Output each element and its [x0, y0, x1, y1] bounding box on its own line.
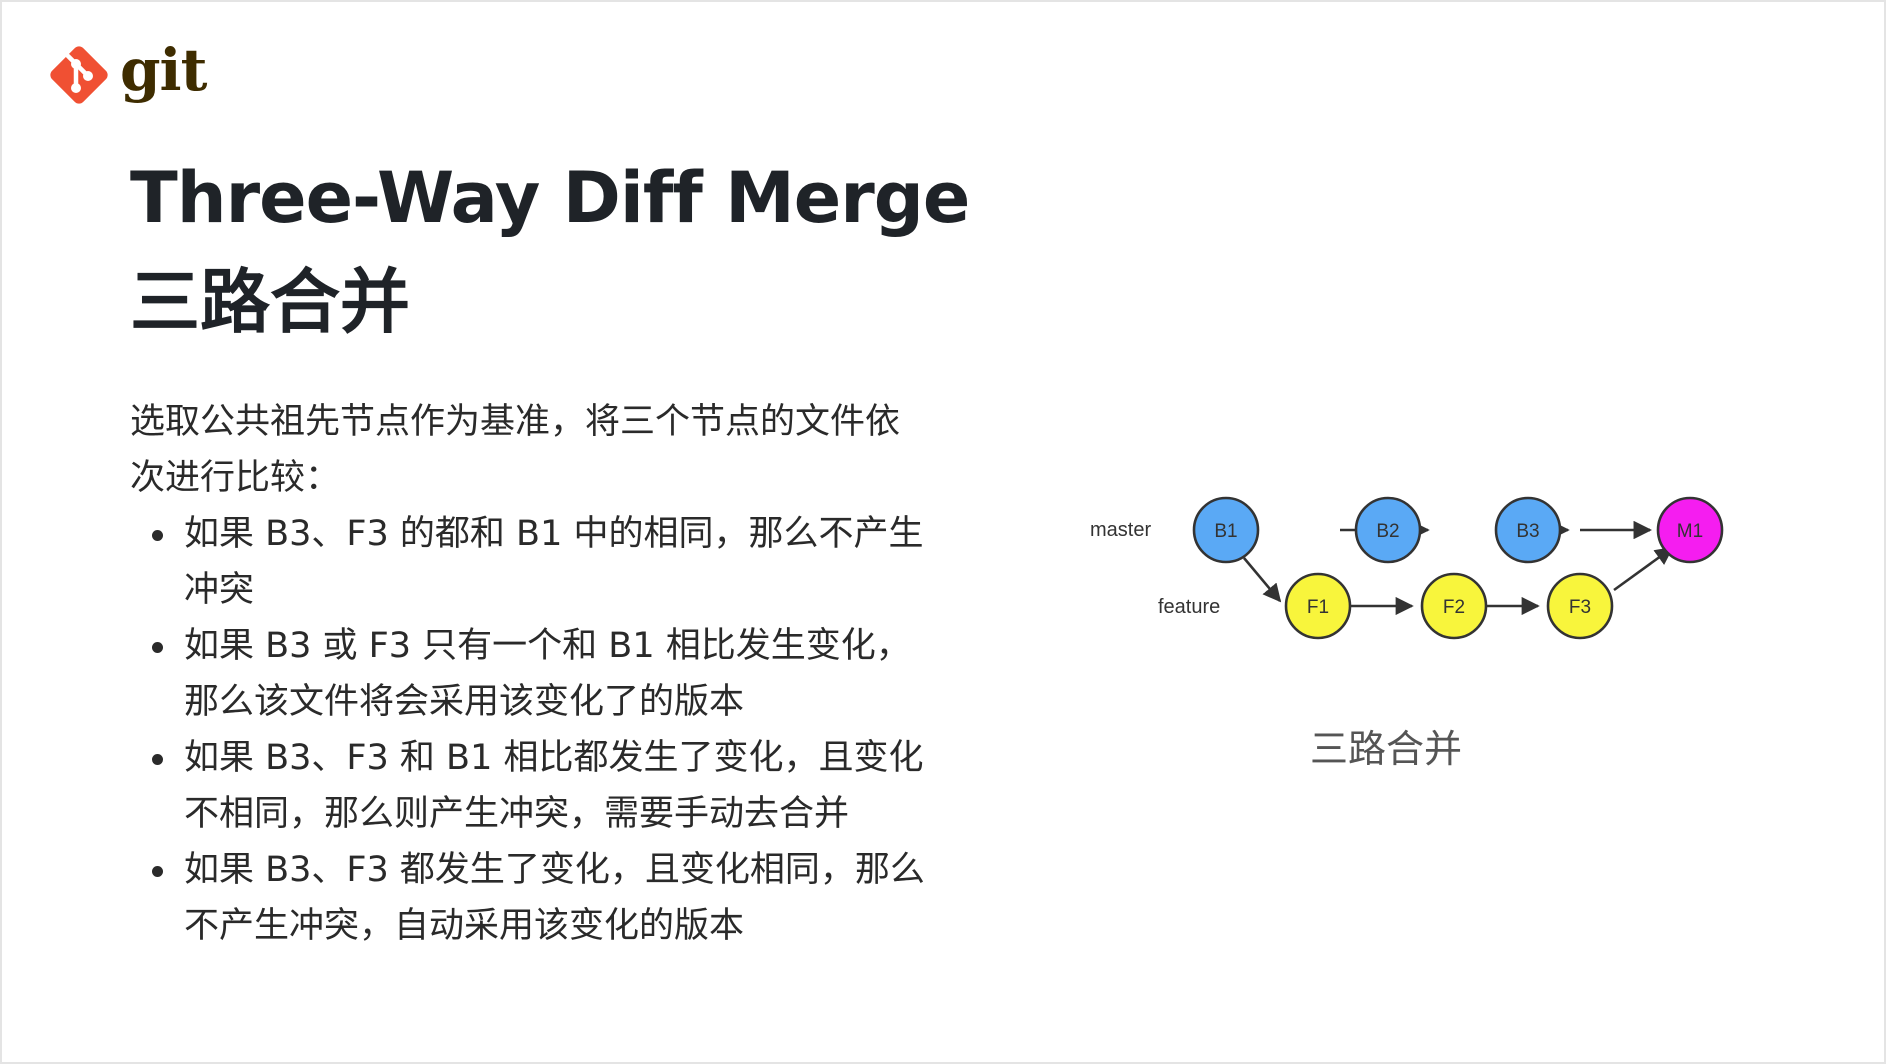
- git-logo-diamond: [50, 46, 108, 104]
- node-label-f2: F2: [1443, 597, 1465, 618]
- bullet-item: 如果 B3、F3 和 B1 相比都发生了变化，且变化不相同，那么则产生冲突，需要…: [130, 730, 930, 842]
- node-label-f3: F3: [1569, 597, 1591, 618]
- page-title-chinese: 三路合并: [130, 261, 410, 343]
- node-label-b2: B2: [1376, 521, 1399, 542]
- bullet-item: 如果 B3 或 F3 只有一个和 B1 相比发生变化，那么该文件将会采用该变化了…: [130, 618, 930, 730]
- git-logo-text: git: [120, 36, 207, 104]
- node-label-m1: M1: [1677, 521, 1703, 542]
- branch-label-feature: feature: [1158, 596, 1220, 618]
- intro-text: 选取公共祖先节点作为基准，将三个节点的文件依次进行比较：: [130, 402, 901, 498]
- bullet-item: 如果 B3、F3 的都和 B1 中的相同，那么不产生冲突: [130, 506, 930, 618]
- page-title-english: Three-Way Diff Merge: [130, 157, 970, 239]
- edge-f3-m1: [1613, 546, 1674, 592]
- merge-diagram: master feature B1 B2 B3 M1 F1 F2 F3: [1090, 496, 1724, 640]
- edge-b1-f1: [1243, 557, 1282, 603]
- node-label-f1: F1: [1307, 597, 1329, 618]
- node-label-b1: B1: [1214, 521, 1237, 542]
- git-logo: git: [46, 36, 207, 108]
- node-label-b3: B3: [1516, 521, 1539, 542]
- git-logo-icon: [50, 46, 108, 104]
- bullet-item: 如果 B3、F3 都发生了变化，且变化相同，那么不产生冲突，自动采用该变化的版本: [130, 842, 930, 954]
- content-block: 选取公共祖先节点作为基准，将三个节点的文件依次进行比较： 如果 B3、F3 的都…: [130, 394, 930, 954]
- bullet-list: 如果 B3、F3 的都和 B1 中的相同，那么不产生冲突 如果 B3 或 F3 …: [130, 506, 930, 954]
- branch-label-master: master: [1090, 519, 1151, 541]
- diagram-caption: 三路合并: [1310, 727, 1463, 771]
- slide: git Three-Way Diff Merge 三路合并 选取公共祖先节点作为…: [0, 0, 1886, 1064]
